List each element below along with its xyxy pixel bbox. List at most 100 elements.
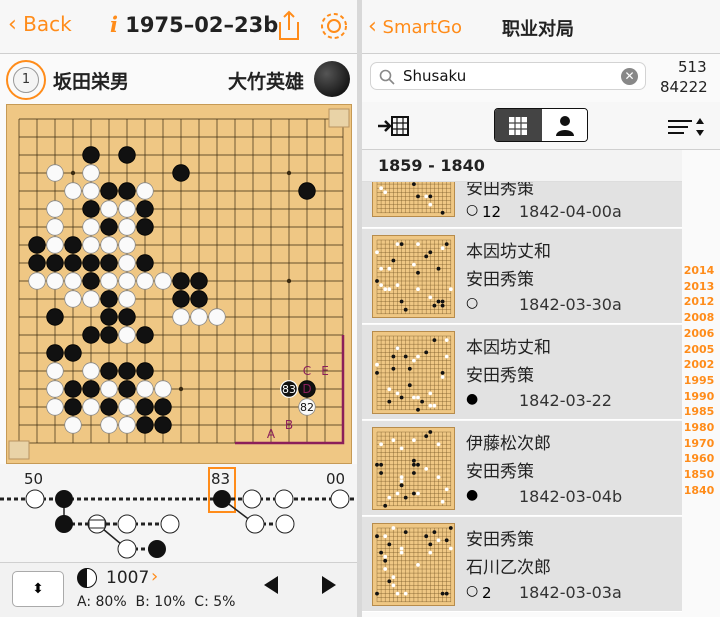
sort-icon[interactable] <box>666 116 710 138</box>
white-stone[interactable] <box>82 362 100 380</box>
year-index-item[interactable]: 2002 <box>682 358 716 371</box>
black-stone[interactable] <box>172 272 190 290</box>
variation-tree[interactable]: 50 83 00 <box>0 464 357 562</box>
white-stone[interactable] <box>118 398 136 416</box>
black-stone[interactable] <box>82 146 100 164</box>
black-stone[interactable] <box>136 326 154 344</box>
view-toggle[interactable] <box>494 108 588 142</box>
white-stone[interactable] <box>118 236 136 254</box>
black-stone[interactable] <box>136 398 154 416</box>
white-stone[interactable] <box>118 290 136 308</box>
white-stone[interactable] <box>118 254 136 272</box>
year-index-item[interactable]: 2014 <box>682 264 716 277</box>
white-stone[interactable] <box>82 218 100 236</box>
white-stone[interactable] <box>190 308 208 326</box>
black-stone[interactable] <box>100 326 118 344</box>
black-stone[interactable] <box>28 236 46 254</box>
black-stone[interactable] <box>136 200 154 218</box>
year-index-item[interactable]: 1960 <box>682 452 716 465</box>
white-stone[interactable] <box>208 308 226 326</box>
chevron-right-icon[interactable]: › <box>151 566 158 587</box>
black-stone[interactable] <box>100 362 118 380</box>
game-row[interactable]: 本因坊丈和 安田秀策 ● 1842-03-22 <box>362 325 682 420</box>
white-stone[interactable] <box>118 326 136 344</box>
smartgo-back-button[interactable]: ‹ SmartGo <box>368 14 462 39</box>
year-index-item[interactable]: 1990 <box>682 390 716 403</box>
white-stone[interactable] <box>154 380 172 398</box>
black-stone[interactable] <box>82 380 100 398</box>
white-stone[interactable] <box>100 236 118 254</box>
black-stone[interactable] <box>100 254 118 272</box>
black-stone[interactable] <box>118 308 136 326</box>
black-stone[interactable] <box>118 146 136 164</box>
year-index-item[interactable]: 2012 <box>682 295 716 308</box>
grid-view-button[interactable] <box>495 109 542 141</box>
game-title[interactable]: i 1975–02–23b <box>110 12 278 37</box>
previous-arrow-icon[interactable] <box>264 576 278 594</box>
black-stone[interactable] <box>100 218 118 236</box>
black-stone[interactable] <box>100 308 118 326</box>
black-stone[interactable] <box>298 182 316 200</box>
black-stone[interactable] <box>100 398 118 416</box>
move-badge[interactable]: 1 <box>6 60 46 100</box>
go-board[interactable]: 83 82 C E D B A <box>6 104 352 464</box>
white-stone[interactable] <box>46 272 64 290</box>
black-stone[interactable] <box>118 182 136 200</box>
black-stone[interactable] <box>82 200 100 218</box>
player-view-button[interactable] <box>542 109 587 141</box>
white-stone[interactable] <box>46 164 64 182</box>
black-stone[interactable] <box>136 416 154 434</box>
white-stone[interactable] <box>154 272 172 290</box>
white-stone[interactable] <box>118 218 136 236</box>
white-stone[interactable] <box>64 416 82 434</box>
white-stone[interactable] <box>82 236 100 254</box>
search-input-value[interactable]: Shusaku <box>403 67 466 85</box>
board-grid[interactable]: 83 82 C ED BA <box>7 105 353 465</box>
year-index-item[interactable]: 1970 <box>682 437 716 450</box>
black-stone[interactable] <box>190 290 208 308</box>
black-stone[interactable] <box>190 272 208 290</box>
white-stone[interactable] <box>136 182 154 200</box>
black-stone[interactable] <box>64 344 82 362</box>
white-stone[interactable] <box>136 272 154 290</box>
white-stone[interactable] <box>46 218 64 236</box>
white-stone[interactable] <box>118 416 136 434</box>
next-arrow-icon[interactable] <box>322 576 336 594</box>
black-stone[interactable] <box>100 290 118 308</box>
white-stone[interactable] <box>100 416 118 434</box>
white-stone[interactable] <box>100 200 118 218</box>
year-index-item[interactable]: 2006 <box>682 327 716 340</box>
white-stone[interactable] <box>46 380 64 398</box>
black-stone[interactable] <box>172 164 190 182</box>
black-stone[interactable] <box>46 254 64 272</box>
white-stone[interactable] <box>136 380 154 398</box>
game-row[interactable]: 伊藤松次郎 安田秀策 ● 1842-03-04b <box>362 421 682 516</box>
white-stone[interactable] <box>82 164 100 182</box>
year-index-item[interactable]: 2013 <box>682 280 716 293</box>
clear-search-icon[interactable]: ✕ <box>621 68 638 85</box>
year-index-item[interactable]: 2008 <box>682 311 716 324</box>
white-stone[interactable] <box>118 272 136 290</box>
white-stone[interactable] <box>46 236 64 254</box>
share-icon[interactable] <box>276 10 302 42</box>
white-stone[interactable] <box>172 308 190 326</box>
black-stone[interactable] <box>154 416 172 434</box>
white-stone[interactable] <box>64 290 82 308</box>
white-stone[interactable] <box>64 182 82 200</box>
game-row[interactable]: 安田秀策 ○ 12 1842-04-00a <box>362 182 682 228</box>
black-stone[interactable] <box>118 362 136 380</box>
white-stone[interactable] <box>82 290 100 308</box>
black-stone[interactable] <box>136 362 154 380</box>
black-stone[interactable] <box>46 308 64 326</box>
white-stone[interactable] <box>46 200 64 218</box>
white-stone[interactable] <box>46 362 64 380</box>
board-menu-icon[interactable] <box>328 108 350 128</box>
year-index-item[interactable]: 1850 <box>682 468 716 481</box>
move-count[interactable]: 1007 <box>106 568 149 588</box>
black-stone[interactable] <box>82 272 100 290</box>
game-row[interactable]: 本因坊丈和 安田秀策 ○ 1842-03-30a <box>362 229 682 324</box>
white-stone[interactable] <box>82 182 100 200</box>
black-stone[interactable] <box>28 254 46 272</box>
year-index-item[interactable]: 2005 <box>682 343 716 356</box>
black-stone[interactable] <box>118 380 136 398</box>
